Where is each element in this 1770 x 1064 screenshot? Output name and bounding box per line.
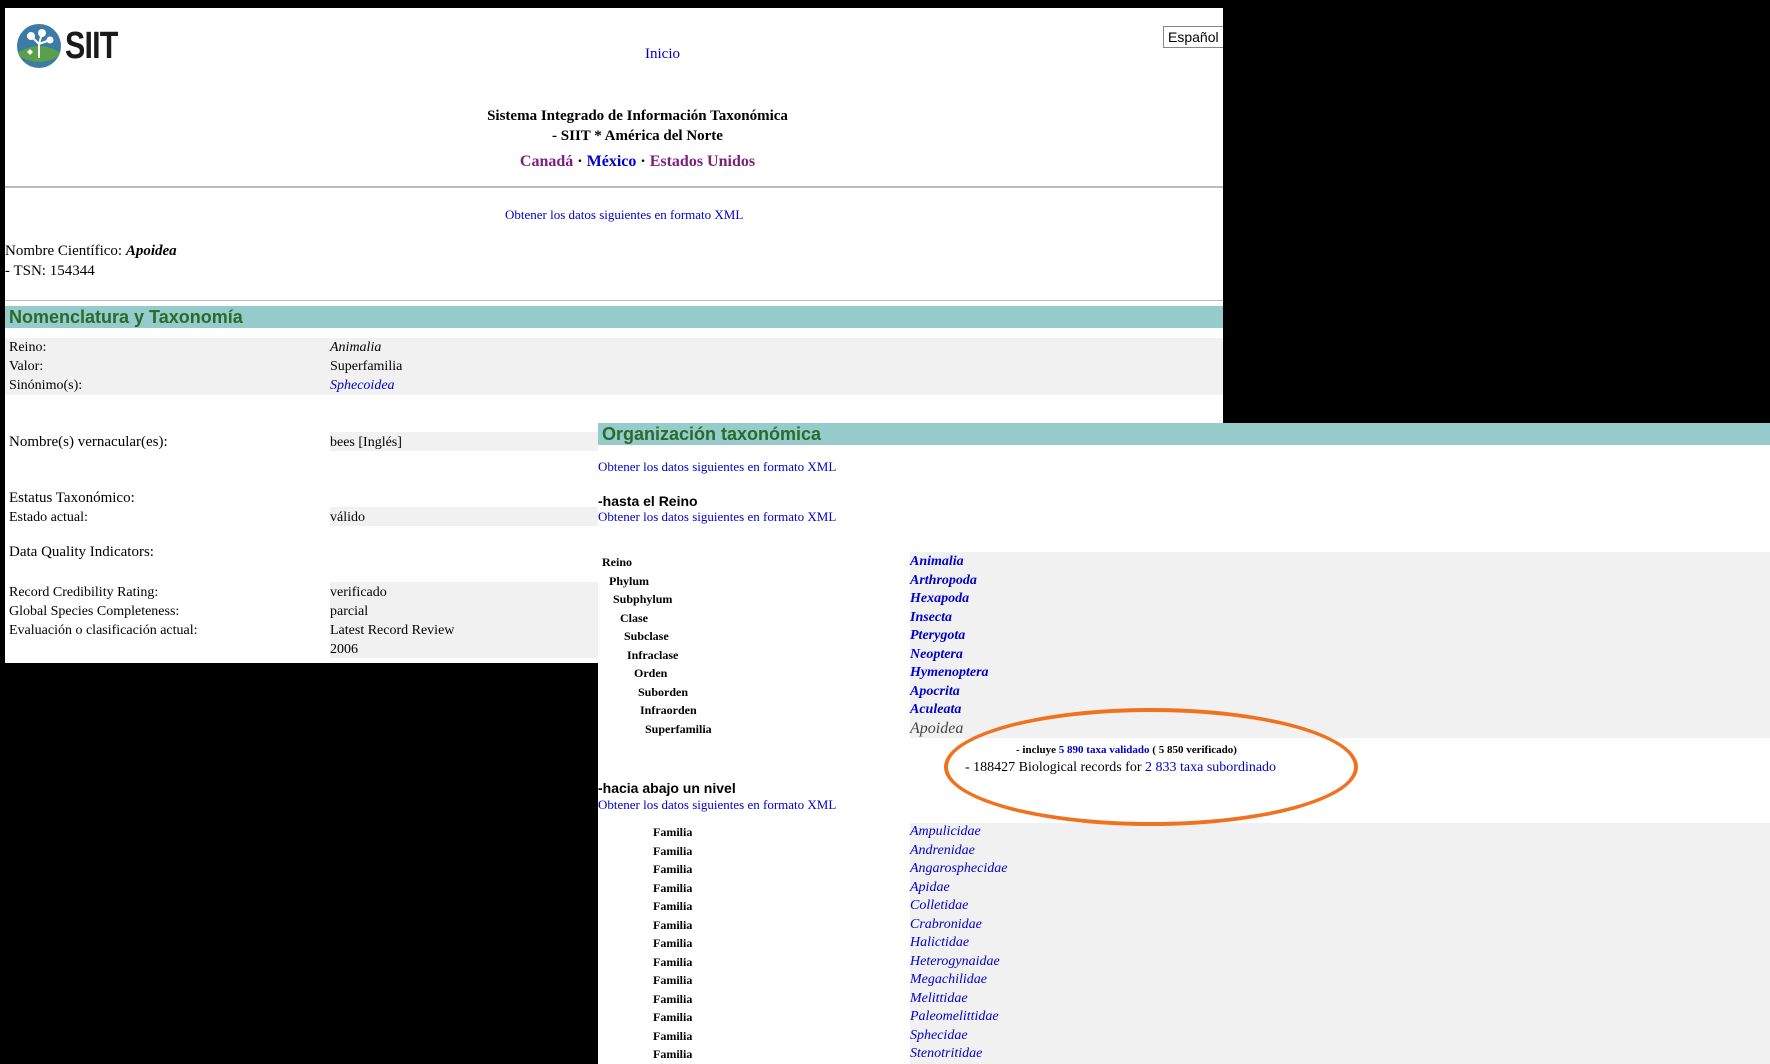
- section-organization: Organización taxonómica: [598, 423, 1770, 445]
- language-select[interactable]: Español: [1163, 26, 1223, 48]
- rank-label: Familia: [653, 954, 693, 969]
- rank-label: Familia: [653, 899, 693, 913]
- up-to-kingdom-label: -hasta el Reino: [598, 493, 698, 509]
- rank-label: Reino: [602, 555, 632, 569]
- rank-label: Familia: [653, 991, 693, 1006]
- hierarchy-shade: [910, 552, 1770, 738]
- credibility-value: verificado: [330, 585, 387, 600]
- logo-text: SIIT: [65, 24, 118, 67]
- rank-label: Infraorden: [640, 703, 697, 717]
- synonym-label: Sinónimo(s):: [9, 378, 83, 393]
- rank-label: Subphylum: [613, 592, 673, 606]
- separator: ·: [640, 153, 646, 170]
- reino-label: Reino:: [9, 340, 47, 355]
- rank-label: Familia: [653, 1010, 693, 1024]
- country-link-canada[interactable]: Canadá: [520, 153, 573, 170]
- taxon-link[interactable]: Ampulicidae: [910, 823, 981, 841]
- completeness-label: Global Species Completeness:: [9, 604, 180, 619]
- section-nomenclature: Nomenclatura y Taxonomía: [5, 306, 1223, 328]
- rank-label: Familia: [653, 1028, 693, 1043]
- taxon-link[interactable]: Stenotritidae: [910, 1045, 982, 1063]
- current-status-label: Estado actual:: [9, 510, 88, 525]
- country-link-usa[interactable]: Estados Unidos: [650, 153, 755, 170]
- rank-label: Infraclase: [627, 647, 679, 662]
- rank-label: Clase: [620, 610, 648, 625]
- tsn-value: - TSN: 154344: [5, 263, 95, 279]
- taxon-link[interactable]: Sphecidae: [910, 1027, 968, 1045]
- home-link[interactable]: Inicio: [645, 46, 680, 63]
- xml-link[interactable]: Obtener los datos siguientes en formato …: [505, 207, 743, 223]
- taxon-link[interactable]: Paleomelittidae: [910, 1008, 999, 1026]
- siit-logo[interactable]: SIIT: [15, 22, 131, 70]
- country-link-mexico[interactable]: México: [587, 153, 637, 170]
- rank-label: Familia: [653, 917, 693, 932]
- taxon-link[interactable]: Hymenoptera: [910, 664, 989, 682]
- rank-label: Familia: [653, 1047, 693, 1061]
- current-taxon: Apoidea: [910, 719, 964, 737]
- reino-value: Animalia: [330, 340, 382, 355]
- shaded-row: [5, 338, 1223, 395]
- review-year: 2006: [330, 642, 358, 657]
- rank-label: Orden: [634, 666, 668, 680]
- families-shade: [910, 823, 1770, 1064]
- xml-link[interactable]: Obtener los datos siguientes en formato …: [598, 459, 836, 475]
- taxon-link[interactable]: Apidae: [910, 879, 950, 897]
- synonym-link[interactable]: Sphecoidea: [330, 376, 395, 395]
- taxon-link[interactable]: Halictidae: [910, 934, 969, 952]
- review-value: Latest Record Review: [330, 623, 455, 638]
- valor-label: Valor:: [9, 359, 44, 374]
- completeness-value: parcial: [330, 604, 369, 619]
- xml-link[interactable]: Obtener los datos siguientes en formato …: [598, 797, 836, 813]
- rank-label: Familia: [653, 825, 693, 839]
- taxon-link[interactable]: Apocrita: [910, 683, 960, 701]
- divider: [5, 300, 1223, 301]
- taxon-link[interactable]: Neoptera: [910, 646, 963, 664]
- taxon-link[interactable]: Crabronidae: [910, 916, 982, 934]
- vernacular-value: bees [Inglés]: [330, 435, 402, 450]
- rank-label: Superfamilia: [645, 721, 712, 736]
- taxon-link[interactable]: Colletidae: [910, 897, 968, 915]
- rank-label: Familia: [653, 973, 693, 987]
- taxon-link[interactable]: Pterygota: [910, 627, 965, 645]
- review-label: Evaluación o clasificación actual:: [9, 623, 198, 638]
- siit-logo-icon: [17, 24, 61, 68]
- rank-label: Subclase: [624, 629, 669, 643]
- rank-label: Familia: [653, 843, 693, 858]
- down-one-level-label: -hacia abajo un nivel: [598, 780, 736, 796]
- taxon-link[interactable]: Insecta: [910, 609, 952, 627]
- highlight-annotation: [944, 708, 1358, 826]
- taxon-link[interactable]: Aculeata: [910, 701, 961, 719]
- taxon-link[interactable]: Angarosphecidae: [910, 860, 1007, 878]
- credibility-label: Record Credibility Rating:: [9, 585, 159, 600]
- separator: ·: [577, 153, 583, 170]
- rank-label: Suborden: [638, 684, 689, 699]
- rank-label: Familia: [653, 862, 693, 876]
- country-links: Canadá · México · Estados Unidos: [5, 153, 1223, 171]
- taxon-link[interactable]: Megachilidae: [910, 971, 987, 989]
- site-subtitle: - SIIT * América del Norte: [552, 128, 723, 144]
- taxon-link[interactable]: Arthropoda: [910, 572, 977, 590]
- site-title: Sistema Integrado de Información Taxonóm…: [487, 108, 788, 124]
- rank-label: Familia: [653, 880, 693, 895]
- taxon-link[interactable]: Melittidae: [910, 990, 968, 1008]
- data-quality-label: Data Quality Indicators:: [9, 544, 154, 560]
- current-status-value: válido: [330, 510, 365, 525]
- sci-name-value: Apoidea: [125, 243, 177, 259]
- xml-link[interactable]: Obtener los datos siguientes en formato …: [598, 509, 836, 525]
- valor-value: Superfamilia: [330, 359, 403, 374]
- vernacular-label: Nombre(s) vernacular(es):: [9, 434, 168, 450]
- scientific-name-block: Nombre Científico: Apoidea - TSN: 154344: [5, 241, 177, 281]
- taxon-link[interactable]: Andrenidae: [910, 842, 975, 860]
- taxon-link[interactable]: Hexapoda: [910, 590, 969, 608]
- status-label: Estatus Taxonómico:: [9, 490, 135, 506]
- divider: [5, 186, 1223, 188]
- rank-label: Phylum: [609, 573, 650, 588]
- rank-label: Familia: [653, 936, 693, 950]
- taxon-link[interactable]: Heterogynaidae: [910, 953, 1000, 971]
- sci-name-label: Nombre Científico:: [5, 243, 123, 259]
- taxon-link[interactable]: Animalia: [910, 553, 964, 571]
